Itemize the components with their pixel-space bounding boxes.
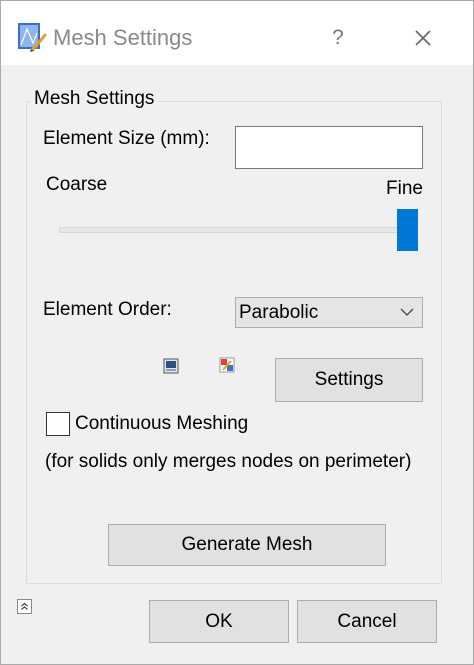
help-button[interactable]: ? xyxy=(323,23,353,53)
close-icon[interactable] xyxy=(407,23,439,53)
mesh-density-slider-track[interactable] xyxy=(59,227,411,233)
collapse-up-icon[interactable] xyxy=(17,599,32,614)
continuous-meshing-label: Continuous Meshing xyxy=(75,413,249,434)
window-title: Mesh Settings xyxy=(53,25,193,50)
element-order-label: Element Order: xyxy=(43,299,172,320)
chevron-down-icon xyxy=(400,308,414,316)
mesh-density-slider-thumb[interactable] xyxy=(397,209,418,251)
element-size-label: Element Size (mm): xyxy=(43,128,210,149)
cancel-button[interactable]: Cancel xyxy=(297,600,437,643)
continuous-meshing-checkbox[interactable] xyxy=(46,412,70,436)
element-order-select[interactable]: Parabolic xyxy=(235,297,423,328)
element-order-value: Parabolic xyxy=(239,302,319,323)
ok-button[interactable]: OK xyxy=(149,600,289,643)
element-size-input[interactable] xyxy=(235,126,423,169)
group-title: Mesh Settings xyxy=(31,88,158,110)
mesh-app-icon xyxy=(18,23,47,52)
mesh-settings-dialog: Mesh Settings ? Mesh Settings Element Si… xyxy=(0,0,474,665)
generate-mesh-button[interactable]: Generate Mesh xyxy=(108,524,386,566)
slider-min-label: Coarse xyxy=(46,174,108,195)
slider-max-label: Fine xyxy=(386,178,423,199)
color-wand-icon[interactable] xyxy=(219,357,235,373)
display-icon[interactable] xyxy=(163,358,179,374)
settings-button[interactable]: Settings xyxy=(275,358,423,402)
continuous-meshing-note: (for solids only merges nodes on perimet… xyxy=(45,451,412,472)
title-bar[interactable]: Mesh Settings ? xyxy=(1,1,473,65)
